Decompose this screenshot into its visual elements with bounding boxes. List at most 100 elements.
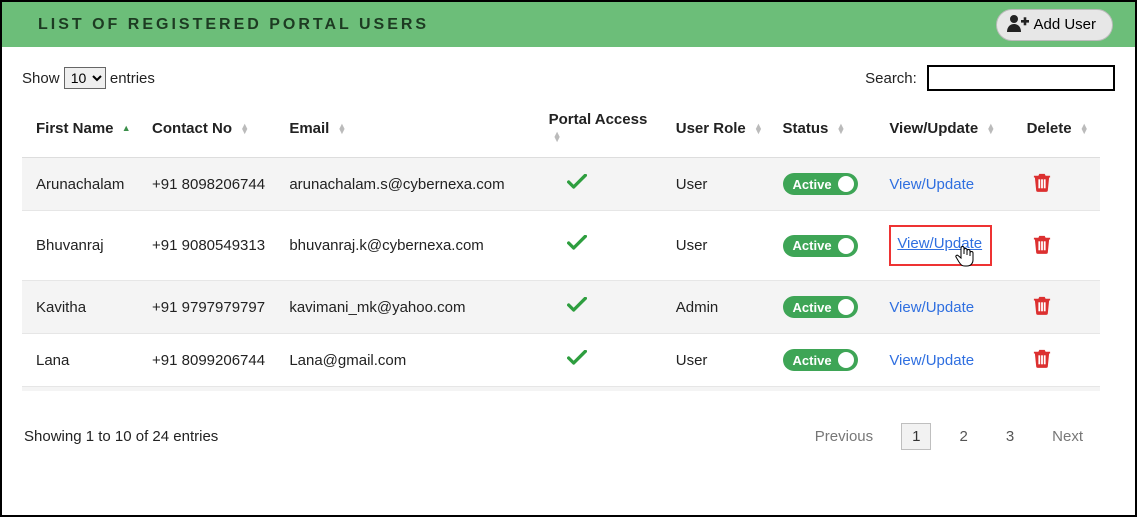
- cursor-pointer-icon: [955, 245, 975, 271]
- app-frame: LIST OF REGISTERED PORTAL USERS Add User…: [0, 0, 1137, 517]
- sort-icon: ▲▼: [986, 124, 995, 134]
- cell-first-name: Lana: [22, 334, 144, 387]
- cell-delete: [1019, 158, 1100, 211]
- table-footer: Showing 1 to 10 of 24 entries Previous 1…: [22, 411, 1115, 450]
- sort-icon: ▲: [122, 126, 131, 131]
- horizontal-scrollbar[interactable]: [22, 391, 1115, 407]
- user-plus-icon: [1007, 14, 1033, 36]
- delete-button[interactable]: [1033, 179, 1051, 196]
- cell-portal-access: [541, 158, 668, 211]
- add-user-label: Add User: [1033, 16, 1096, 33]
- cell-status: Active: [775, 281, 882, 334]
- col-contact-no[interactable]: Contact No ▲▼: [144, 101, 281, 158]
- delete-button[interactable]: [1033, 355, 1051, 372]
- search-input[interactable]: [927, 65, 1115, 91]
- cell-email: arunachalam.s@cybernexa.com: [281, 158, 540, 211]
- cell-portal-access: [541, 211, 668, 281]
- status-toggle[interactable]: Active: [783, 173, 858, 195]
- cell-first-name: Kavitha: [22, 281, 144, 334]
- content-area: Show 10 entries Search:: [2, 47, 1135, 460]
- col-delete[interactable]: Delete ▲▼: [1019, 101, 1100, 158]
- check-icon: [567, 350, 587, 370]
- status-toggle[interactable]: Active: [783, 349, 858, 371]
- table-row: Kavitha+91 9797979797kavimani_mk@yahoo.c…: [22, 281, 1100, 334]
- cell-portal-access: [541, 281, 668, 334]
- col-view-update[interactable]: View/Update ▲▼: [881, 101, 1018, 158]
- cell-status: Active: [775, 334, 882, 387]
- add-user-button[interactable]: Add User: [996, 9, 1113, 41]
- sort-icon: ▲▼: [1080, 124, 1089, 134]
- cell-email: kavimani_mk@yahoo.com: [281, 281, 540, 334]
- table-body: Arunachalam+91 8098206744arunachalam.s@c…: [22, 158, 1100, 392]
- cell-email: Lana@gmail.com: [281, 334, 540, 387]
- cell-contact-no: +91 9797979797: [144, 281, 281, 334]
- page-number[interactable]: 1: [901, 423, 931, 450]
- sort-icon: ▲▼: [754, 124, 763, 134]
- cell-view-update: View/Update: [881, 211, 1018, 281]
- col-user-role[interactable]: User Role ▲▼: [668, 101, 775, 158]
- status-label: Active: [793, 353, 832, 368]
- entries-label: entries: [110, 70, 155, 87]
- cell-portal-access: [541, 334, 668, 387]
- delete-button[interactable]: [1033, 302, 1051, 319]
- search-box: Search:: [865, 65, 1115, 91]
- table-row: Bhuvanraj+91 9080549313bhuvanraj.k@cyber…: [22, 211, 1100, 281]
- cell-first-name: Bhuvanraj: [22, 211, 144, 281]
- table-info: Showing 1 to 10 of 24 entries: [24, 428, 218, 445]
- view-update-link[interactable]: View/Update: [889, 225, 992, 266]
- page-previous[interactable]: Previous: [805, 424, 883, 449]
- cell-contact-no: +91 8099206744: [144, 334, 281, 387]
- page-title: LIST OF REGISTERED PORTAL USERS: [38, 16, 429, 34]
- sort-icon: ▲▼: [240, 124, 249, 134]
- cell-contact-no: +91 9080549313: [144, 211, 281, 281]
- status-label: Active: [793, 300, 832, 315]
- cell-delete: [1019, 211, 1100, 281]
- table-header-row: First Name ▲ Contact No ▲▼ Email ▲▼: [22, 101, 1100, 158]
- cell-email: bhuvanraj.k@cybernexa.com: [281, 211, 540, 281]
- show-label: Show: [22, 70, 60, 87]
- status-label: Active: [793, 238, 832, 253]
- toggle-knob: [838, 176, 854, 192]
- cell-status: Active: [775, 158, 882, 211]
- cell-view-update: View/Update: [881, 158, 1018, 211]
- pagination: Previous 1 2 3 Next: [805, 423, 1093, 450]
- status-toggle[interactable]: Active: [783, 296, 858, 318]
- cell-contact-no: +91 8098206744: [144, 158, 281, 211]
- status-label: Active: [793, 177, 832, 192]
- cell-view-update: View/Update: [881, 281, 1018, 334]
- delete-button[interactable]: [1033, 241, 1051, 258]
- toggle-knob: [838, 299, 854, 315]
- sort-icon: ▲▼: [837, 124, 846, 134]
- col-portal-access[interactable]: Portal Access ▲▼: [541, 101, 668, 158]
- check-icon: [567, 235, 587, 255]
- cell-status: Active: [775, 211, 882, 281]
- view-update-link[interactable]: View/Update: [889, 176, 974, 193]
- view-update-link[interactable]: View/Update: [889, 299, 974, 316]
- view-update-link[interactable]: View/Update: [889, 352, 974, 369]
- table-scroll[interactable]: First Name ▲ Contact No ▲▼ Email ▲▼: [22, 101, 1115, 391]
- toggle-knob: [838, 352, 854, 368]
- cell-user-role: Admin: [668, 281, 775, 334]
- table-wrap: First Name ▲ Contact No ▲▼ Email ▲▼: [22, 101, 1115, 411]
- page-next[interactable]: Next: [1042, 424, 1093, 449]
- cell-delete: [1019, 334, 1100, 387]
- cell-delete: [1019, 281, 1100, 334]
- table-row: Arunachalam+91 8098206744arunachalam.s@c…: [22, 158, 1100, 211]
- sort-icon: ▲▼: [553, 132, 562, 142]
- cell-first-name: Arunachalam: [22, 158, 144, 211]
- page-number[interactable]: 3: [996, 424, 1024, 449]
- check-icon: [567, 297, 587, 317]
- cell-user-role: User: [668, 211, 775, 281]
- length-select[interactable]: 10: [64, 67, 106, 89]
- col-email[interactable]: Email ▲▼: [281, 101, 540, 158]
- page-number[interactable]: 2: [949, 424, 977, 449]
- cell-view-update: View/Update: [881, 334, 1018, 387]
- status-toggle[interactable]: Active: [783, 235, 858, 257]
- col-status[interactable]: Status ▲▼: [775, 101, 882, 158]
- length-menu: Show 10 entries: [22, 67, 155, 89]
- cell-user-role: User: [668, 334, 775, 387]
- col-first-name[interactable]: First Name ▲: [22, 101, 144, 158]
- table-controls: Show 10 entries Search:: [22, 65, 1115, 91]
- table-row: Lana+91 8099206744Lana@gmail.com User Acti…: [22, 334, 1100, 387]
- search-label: Search:: [865, 70, 917, 87]
